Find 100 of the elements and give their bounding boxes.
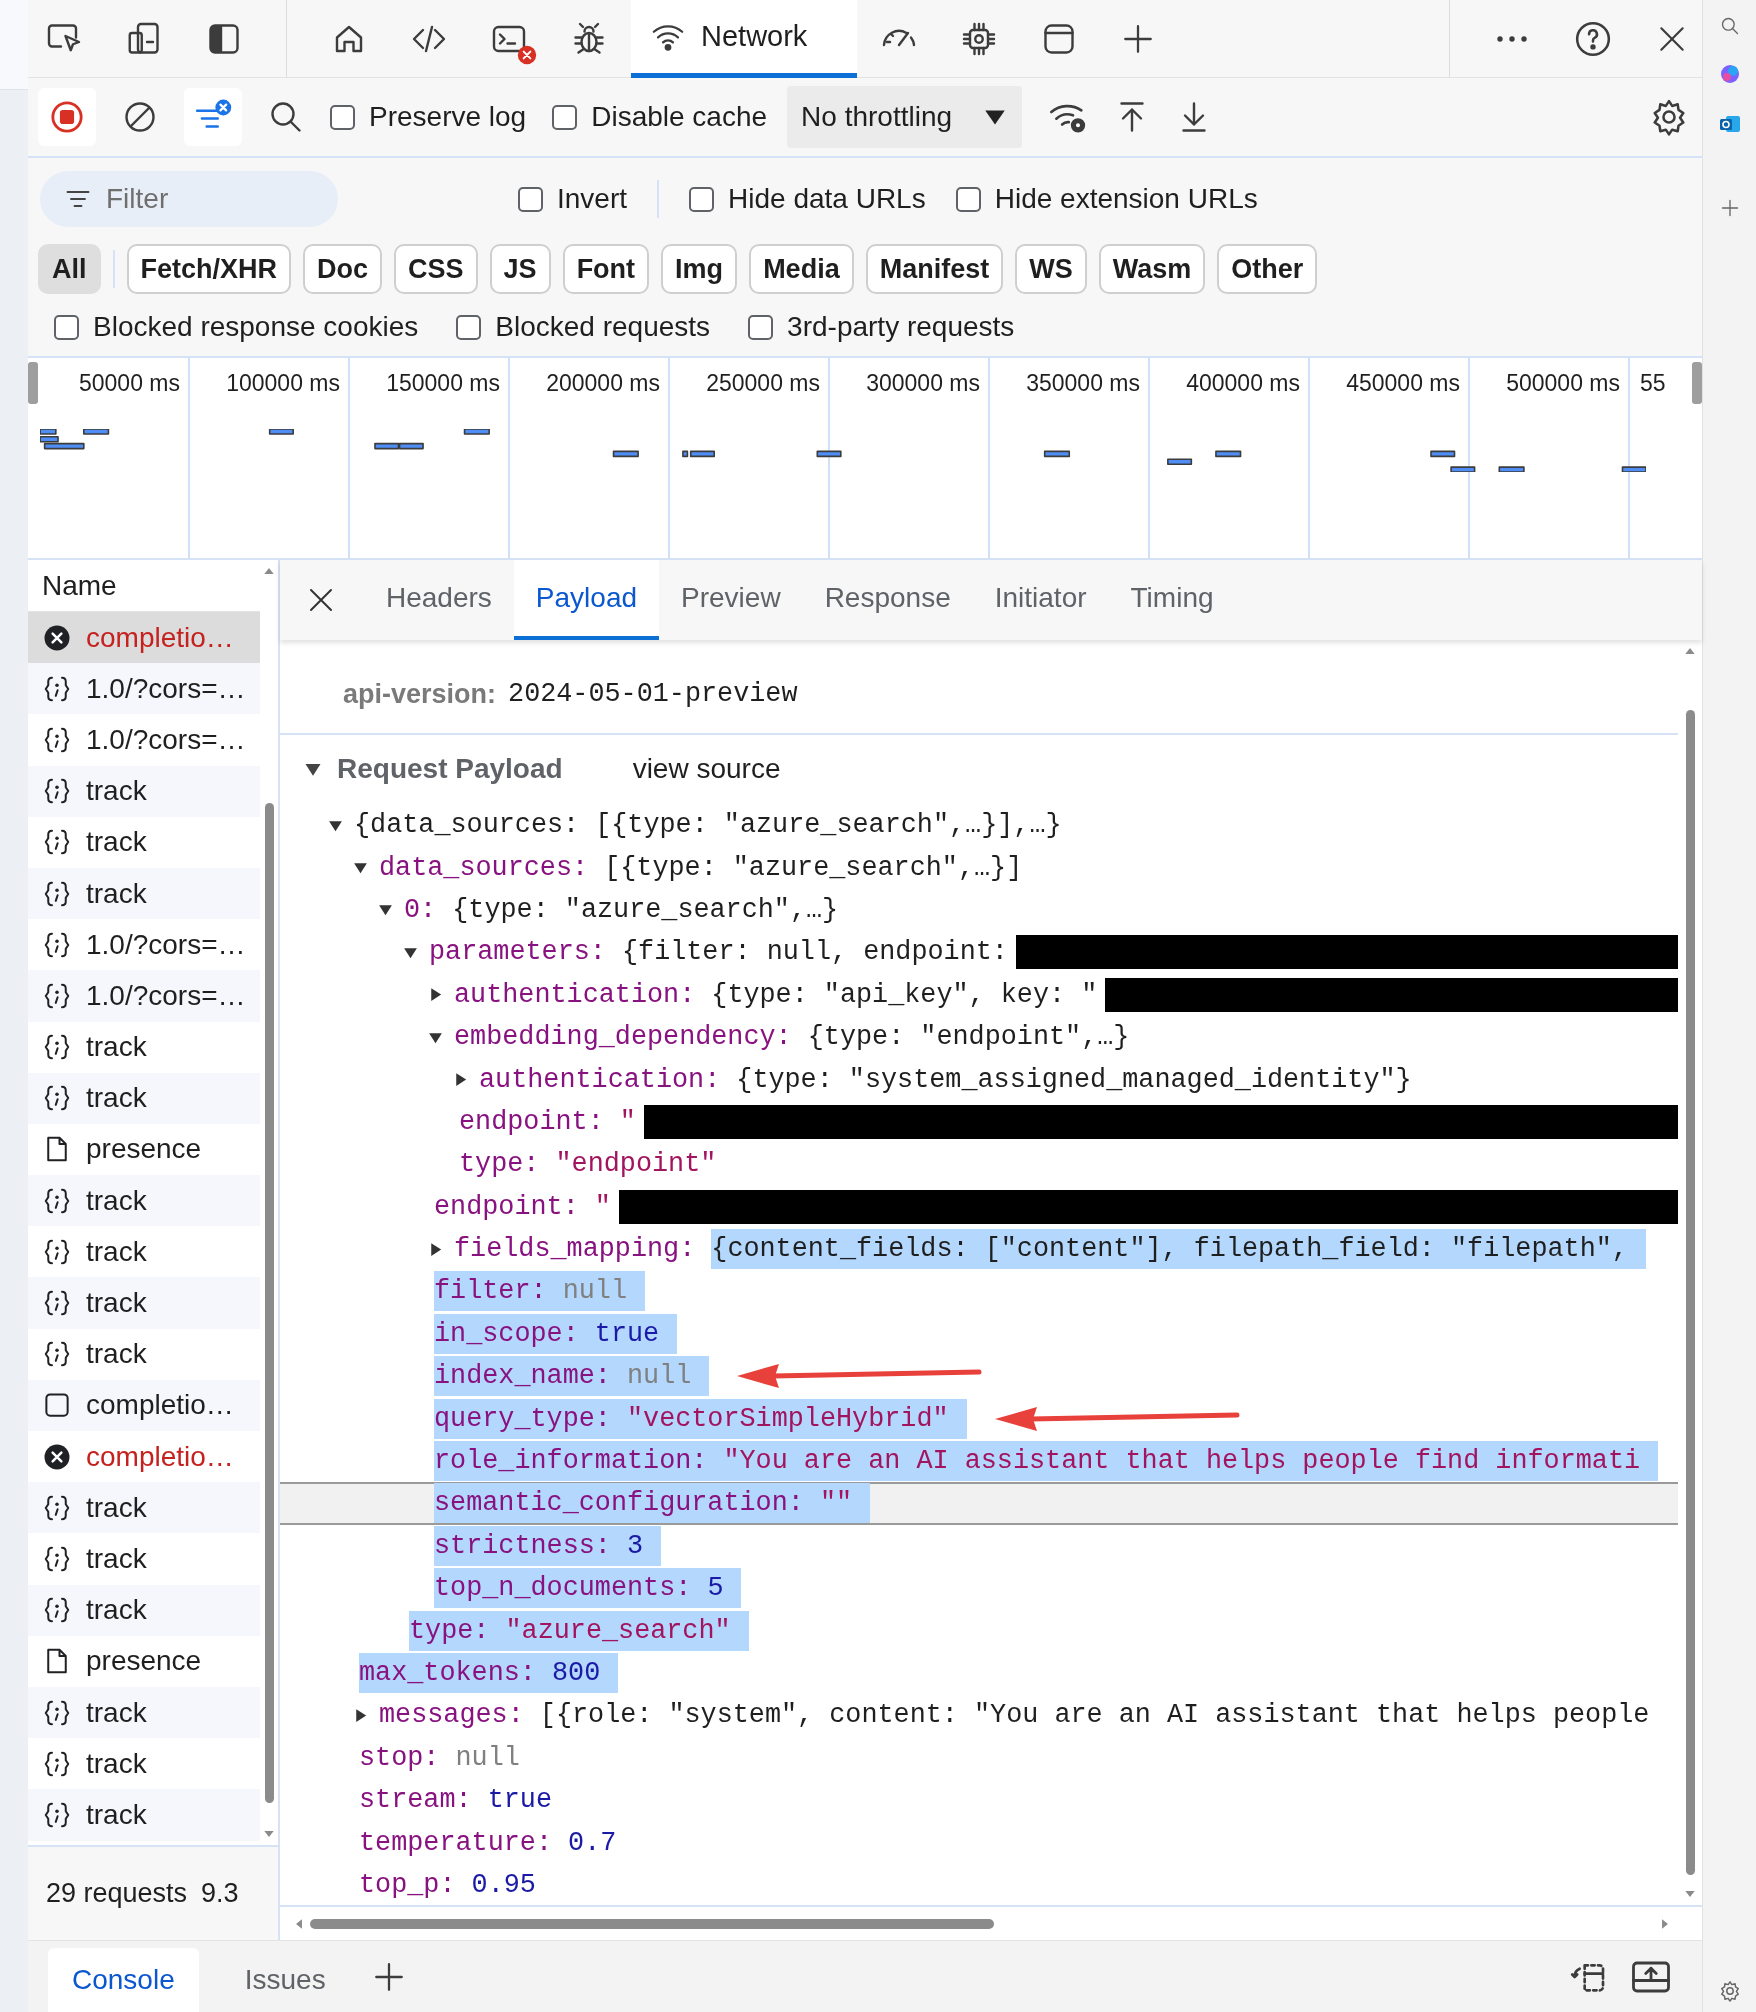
checkbox[interactable]	[518, 186, 543, 212]
chip-icon[interactable]	[961, 20, 998, 57]
search-icon[interactable]	[268, 99, 304, 135]
request-name: track	[86, 1082, 147, 1115]
scrollbar[interactable]	[310, 1918, 994, 1929]
checkbox[interactable]	[955, 186, 981, 212]
status-text: 9.3	[201, 1878, 239, 1909]
json-property[interactable]: stream: true	[359, 1780, 552, 1821]
filter-field[interactable]: Filter	[40, 171, 338, 227]
checkbox-label[interactable]: Blocked response cookies	[93, 311, 419, 343]
hovered-row[interactable]: semantic_configuration: ""	[280, 1482, 1678, 1525]
request-row[interactable]: track	[28, 1072, 260, 1124]
request-row[interactable]: completio…	[28, 612, 260, 664]
search-icon[interactable]	[1719, 16, 1740, 36]
tick-label: 100000 ms	[226, 370, 340, 398]
bug-icon[interactable]	[571, 20, 607, 57]
request-row[interactable]: track	[28, 1584, 260, 1636]
request-row[interactable]: track	[28, 1789, 260, 1841]
request-name: track	[86, 1338, 147, 1371]
request-name: 1.0/?cors=…	[86, 928, 246, 961]
tab[interactable]: Console	[48, 1948, 199, 2012]
request-row[interactable]: track	[28, 765, 260, 817]
checkbox[interactable]	[689, 186, 715, 212]
type-filter-chip[interactable]: Other	[1217, 244, 1318, 294]
clear-icon[interactable]	[122, 99, 158, 135]
tab[interactable]: Preview	[659, 560, 803, 640]
request-name: track	[86, 1287, 147, 1320]
request-name: track	[86, 1696, 147, 1729]
json-property[interactable]: endpoint: "	[459, 1101, 636, 1142]
json-property[interactable]: 0: {type: "azure_search",…}	[404, 889, 839, 930]
json-property[interactable]: temperature: 0.7	[359, 1822, 617, 1863]
tab[interactable]: Timing	[1108, 560, 1236, 640]
type-filter-chip[interactable]: Manifest	[865, 244, 1004, 294]
checkbox-label[interactable]: Blocked requests	[495, 311, 711, 343]
scrollbar[interactable]	[1685, 710, 1695, 1875]
checkbox-label[interactable]: Hide extension URLs	[994, 183, 1258, 215]
json-property[interactable]: authentication: {type: "api_key", key: "	[454, 974, 1098, 1015]
checkbox[interactable]	[330, 104, 355, 130]
type-filter-chip[interactable]: CSS	[394, 244, 478, 294]
request-row[interactable]: track	[28, 1686, 260, 1739]
checkbox-label[interactable]: Preserve log	[369, 101, 527, 133]
checkbox[interactable]	[552, 104, 578, 130]
settings-icon[interactable]	[1718, 1980, 1741, 2002]
json-property[interactable]: data_sources: [{type: "azure_search",…}]	[379, 847, 1023, 888]
record-button[interactable]	[38, 88, 96, 146]
type-filter-chip[interactable]: Media	[749, 244, 854, 294]
request-row[interactable]: 1.0/?cors=…	[28, 970, 260, 1022]
json-property[interactable]: endpoint: "	[434, 1186, 611, 1227]
help-icon[interactable]	[1574, 19, 1612, 58]
device-icon[interactable]	[126, 20, 162, 57]
type-filter-chip[interactable]: All	[38, 244, 101, 294]
type-filter-chip[interactable]: JS	[489, 244, 551, 294]
checkbox-label[interactable]: Hide data URLs	[728, 183, 926, 215]
type-filter-chip[interactable]: WS	[1015, 244, 1087, 294]
tab[interactable]: Response	[802, 560, 973, 640]
json-property[interactable]: messages: [{role: "system", content: "You are an AI assistant that helps people	[379, 1695, 1650, 1736]
tab[interactable]: Headers	[364, 560, 514, 640]
type-filter-chip[interactable]: Doc	[303, 244, 383, 294]
request-row[interactable]: track	[28, 1175, 260, 1227]
json-property[interactable]: {data_sources: [{type: "azure_search",…}],…}	[354, 805, 1062, 846]
range-handle[interactable]	[1692, 362, 1702, 404]
type-filter-chip[interactable]: Fetch/XHR	[126, 244, 292, 294]
tab[interactable]: Issues	[220, 1948, 350, 2012]
scrollbar[interactable]	[264, 803, 274, 1803]
json-property[interactable]: stop: null	[359, 1737, 520, 1778]
filter-button[interactable]	[184, 88, 242, 146]
request-row[interactable]: completio…	[28, 1379, 260, 1431]
type-filter-chip[interactable]: Font	[562, 244, 650, 294]
range-handle[interactable]	[28, 362, 38, 404]
tab[interactable]: Initiator	[972, 560, 1109, 640]
request-row[interactable]: 1.0/?cors=…	[28, 663, 260, 715]
json-property[interactable]: embedding_dependency: {type: "endpoint",…}	[454, 1017, 1130, 1058]
checkbox[interactable]	[748, 314, 774, 340]
type-filter-chip[interactable]: Img	[661, 244, 738, 294]
request-row[interactable]: track	[28, 867, 260, 920]
filter-input[interactable]: Filter	[106, 183, 306, 215]
tick-label: 400000 ms	[1186, 370, 1300, 398]
panel-tab[interactable]: Network	[631, 0, 858, 78]
json-property[interactable]: authentication: {type: "system_assigned_managed_identity"}	[479, 1059, 1412, 1100]
view-source-link[interactable]: view source	[632, 753, 781, 785]
request-row[interactable]: track	[28, 1482, 260, 1534]
checkbox-label[interactable]: Invert	[557, 183, 628, 215]
checkbox[interactable]	[54, 314, 79, 340]
tick-label: 350000 ms	[1026, 370, 1140, 398]
request-name: completio…	[86, 621, 234, 654]
json-property[interactable]: top_p: 0.95	[359, 1864, 536, 1905]
tick-label: 300000 ms	[866, 370, 980, 398]
json-property[interactable]: type: "endpoint"	[459, 1144, 717, 1185]
checkbox[interactable]	[456, 314, 482, 340]
checkbox-label[interactable]: Disable cache	[591, 101, 768, 133]
record-icon	[50, 100, 84, 134]
json-property[interactable]: parameters: {filter: null, endpoint:	[429, 932, 1008, 973]
type-filter-chip[interactable]: Wasm	[1098, 244, 1206, 294]
request-row[interactable]: track	[28, 1277, 260, 1329]
tab[interactable]: Payload	[513, 560, 660, 640]
section-title[interactable]: Request Payload	[337, 753, 563, 785]
request-name: track	[86, 1798, 147, 1831]
throttling-dropdown[interactable]: No throttling	[787, 86, 1023, 148]
checkbox-label[interactable]: 3rd-party requests	[787, 311, 1015, 343]
status-text: 29 requests	[46, 1878, 188, 1909]
